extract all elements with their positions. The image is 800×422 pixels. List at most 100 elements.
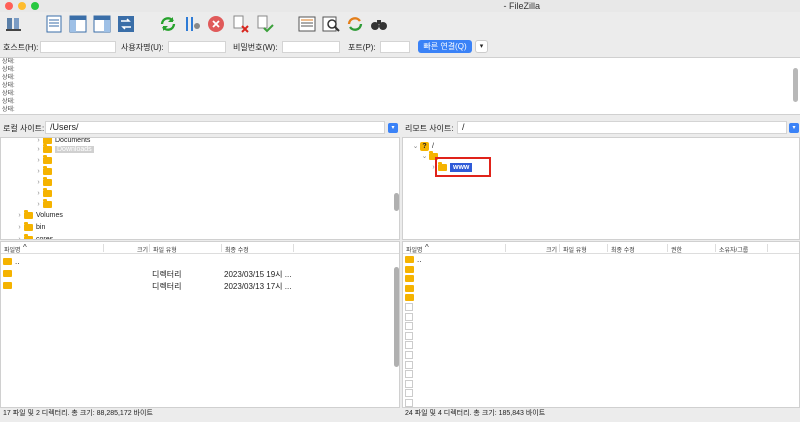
local-tree-item[interactable]: ›: [34, 198, 55, 209]
password-input[interactable]: [282, 41, 340, 53]
remote-file-row[interactable]: [403, 389, 799, 399]
reconnect-icon[interactable]: [255, 14, 275, 34]
toggle-remote-tree-icon[interactable]: [92, 14, 112, 34]
chevron-right-icon[interactable]: ›: [34, 201, 43, 208]
remote-file-row[interactable]: [403, 293, 799, 303]
remote-tree-root[interactable]: ⌄ ? /: [411, 141, 434, 151]
site-manager-icon[interactable]: [4, 14, 24, 34]
close-window-button[interactable]: [5, 2, 13, 10]
column-header-modified[interactable]: 최종 수정: [225, 245, 249, 254]
remote-file-row[interactable]: [403, 331, 799, 342]
remote-file-header: 파일명 ^ 크기 파일 유형 최종 수정 권한 소유자/그룹: [403, 242, 799, 254]
local-file-list: 파일명 ^ 크기 파일 유형 최종 수정 .. 디렉터리 2023/03/15 19…: [0, 241, 400, 408]
local-file-row[interactable]: 디렉터리 2023/03/13 17시 ...: [1, 279, 399, 291]
folder-icon: [405, 256, 414, 263]
zoom-window-button[interactable]: [31, 2, 39, 10]
chevron-down-icon[interactable]: ⌄: [420, 152, 429, 160]
remote-file-row[interactable]: [403, 303, 799, 313]
remote-file-row[interactable]: [403, 312, 799, 323]
filter-icon[interactable]: [297, 14, 317, 34]
column-header-modified[interactable]: 최종 수정: [611, 245, 635, 254]
chevron-right-icon[interactable]: ›: [34, 190, 43, 197]
chevron-down-icon[interactable]: ⌄: [411, 142, 420, 150]
remote-file-row[interactable]: [403, 284, 799, 294]
local-tree-item[interactable]: › Downloads: [34, 143, 94, 154]
chevron-right-icon[interactable]: ›: [34, 179, 43, 186]
local-tree-item[interactable]: › bin: [15, 221, 45, 232]
quickconnect-button[interactable]: 빠른 연결(Q): [418, 40, 472, 53]
chevron-right-icon[interactable]: ›: [34, 157, 43, 164]
folder-icon: [43, 198, 52, 208]
remote-file-row[interactable]: ..: [403, 255, 799, 265]
chevron-right-icon[interactable]: ›: [34, 138, 43, 144]
chevron-right-icon[interactable]: ›: [34, 168, 43, 175]
chevron-right-icon[interactable]: ›: [429, 164, 438, 171]
column-header-owner[interactable]: 소유자/그룹: [719, 245, 748, 254]
local-tree-item[interactable]: › Volumes: [15, 209, 63, 220]
remote-file-row[interactable]: [403, 322, 799, 332]
local-tree-item[interactable]: ›: [34, 187, 55, 198]
refresh-icon[interactable]: [158, 14, 178, 34]
log-scrollbar[interactable]: [793, 68, 798, 102]
minimize-window-button[interactable]: [18, 2, 26, 10]
remote-file-row[interactable]: [403, 379, 799, 390]
remote-file-row[interactable]: [403, 265, 799, 275]
local-tree-item[interactable]: › cores: [15, 233, 53, 240]
local-path-input[interactable]: /Users/: [45, 121, 385, 134]
remote-file-row[interactable]: [403, 341, 799, 351]
folder-icon: [3, 282, 12, 289]
folder-icon: [3, 258, 12, 265]
cell-modified: 2023/03/13 17시 ...: [224, 282, 292, 291]
file-icon: [405, 370, 413, 379]
remote-file-row[interactable]: [403, 274, 799, 284]
host-input[interactable]: [40, 41, 116, 53]
remote-tree-item-www[interactable]: › www: [432, 161, 473, 172]
column-header-name[interactable]: 파일명: [406, 245, 423, 254]
local-tree-scrollbar[interactable]: [394, 193, 399, 211]
toolbar: [0, 12, 800, 38]
local-tree-item[interactable]: ›: [34, 154, 55, 165]
sync-browse-icon[interactable]: [345, 14, 365, 34]
chevron-right-icon[interactable]: ›: [15, 236, 24, 240]
port-input[interactable]: [380, 41, 410, 53]
disconnect-icon[interactable]: [231, 14, 251, 34]
remote-path-input[interactable]: /: [457, 121, 787, 134]
local-file-header: 파일명 ^ 크기 파일 유형 최종 수정: [1, 242, 399, 254]
remote-file-row[interactable]: [403, 399, 799, 407]
remote-file-row[interactable]: [403, 351, 799, 361]
toggle-local-tree-icon[interactable]: [68, 14, 88, 34]
local-tree-item[interactable]: ›: [34, 165, 55, 176]
folder-icon: [43, 165, 52, 175]
remote-file-row[interactable]: [403, 360, 799, 371]
local-path-dropdown[interactable]: ▾: [388, 123, 398, 133]
transfer-queue-icon[interactable]: [116, 14, 136, 34]
column-header-size[interactable]: 크기: [137, 245, 148, 254]
chevron-right-icon[interactable]: ›: [15, 212, 24, 219]
remote-file-row[interactable]: [403, 370, 799, 380]
quickconnect-bar: 호스트(H): 사용자명(U): 비밀번호(W): 포트(P): 빠른 연결(Q…: [0, 38, 800, 56]
quickconnect-dropdown[interactable]: ▾: [475, 40, 488, 53]
user-input[interactable]: [168, 41, 226, 53]
column-header-permissions[interactable]: 권한: [671, 245, 682, 254]
remote-path-dropdown[interactable]: ▾: [789, 123, 799, 133]
chevron-right-icon[interactable]: ›: [34, 146, 43, 153]
file-icon: [405, 322, 413, 331]
compare-icon[interactable]: [321, 14, 341, 34]
chevron-right-icon[interactable]: ›: [15, 224, 24, 231]
cancel-icon[interactable]: [206, 14, 226, 34]
column-header-name[interactable]: 파일명: [4, 245, 21, 254]
local-file-row[interactable]: ..: [1, 255, 399, 267]
toggle-log-icon[interactable]: [44, 14, 64, 34]
column-header-type[interactable]: 파일 유형: [563, 245, 587, 254]
find-icon[interactable]: [369, 14, 389, 34]
column-header-size[interactable]: 크기: [546, 245, 557, 254]
window-title: - FileZilla: [503, 1, 540, 11]
local-tree-item[interactable]: ›: [34, 176, 55, 187]
column-header-type[interactable]: 파일 유형: [153, 245, 177, 254]
local-list-scrollbar[interactable]: [394, 267, 399, 367]
cell-name: ..: [15, 257, 20, 266]
folder-icon: [405, 284, 414, 292]
process-queue-icon[interactable]: [182, 14, 202, 34]
folder-icon: [24, 221, 33, 231]
local-file-row[interactable]: 디렉터리 2023/03/15 19시 ...: [1, 267, 399, 279]
